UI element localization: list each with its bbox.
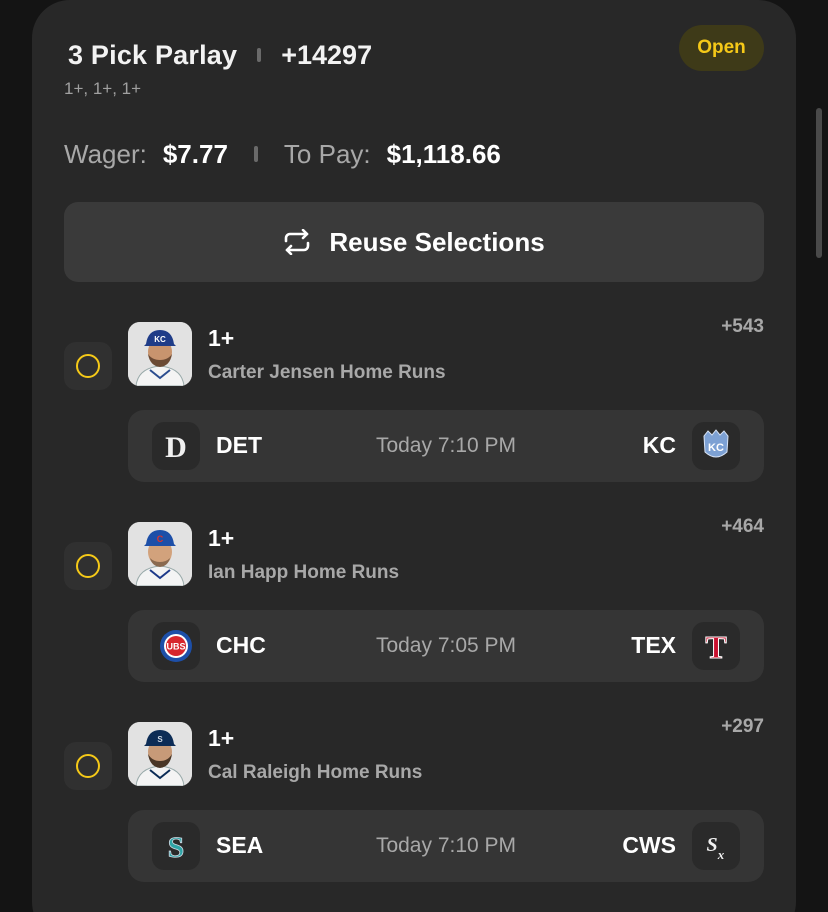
radio-circle-icon: [76, 754, 100, 778]
leg-odds: +543: [721, 316, 764, 337]
home-team: KC: [642, 432, 676, 458]
game-matchup[interactable]: UBS CHC Today 7:05 PM TEX T: [128, 610, 764, 682]
leg-description: Cal Raleigh Home Runs: [208, 762, 423, 783]
svg-text:C: C: [157, 534, 164, 544]
leg-line: 1+: [208, 725, 235, 751]
wager-value: $7.77: [162, 138, 228, 169]
royals-logo-icon: KC: [692, 422, 740, 470]
reuse-selections-button[interactable]: Reuse Selections: [64, 202, 764, 282]
player-headshot: KC: [128, 322, 192, 386]
total-odds: +14297: [281, 39, 373, 70]
wager-label: Wager:: [64, 138, 147, 169]
rangers-logo-icon: T: [692, 622, 740, 670]
reuse-selections-label: Reuse Selections: [329, 226, 545, 257]
wager-row: Wager: $7.77 To Pay: $1,118.66: [64, 136, 501, 172]
svg-text:KC: KC: [708, 442, 724, 454]
svg-text:KC: KC: [154, 335, 166, 344]
to-pay-value: $1,118.66: [386, 138, 501, 169]
svg-text:S: S: [706, 834, 717, 856]
to-pay-label: To Pay:: [283, 138, 371, 169]
game-matchup[interactable]: S SEA Today 7:10 PM CWS S x: [128, 810, 764, 882]
radio-circle-icon: [76, 554, 100, 578]
svg-text:T: T: [705, 629, 726, 663]
parlay-title: 3 Pick Parlay: [68, 39, 238, 70]
leg-line: 1+: [208, 325, 235, 351]
home-team: TEX: [631, 632, 676, 658]
svg-text:x: x: [717, 847, 725, 862]
player-headshot: S: [128, 722, 192, 786]
divider: [253, 146, 258, 162]
leg-description: Carter Jensen Home Runs: [208, 362, 446, 383]
leg-description: Ian Happ Home Runs: [208, 562, 400, 583]
leg-odds: +464: [721, 516, 764, 537]
repeat-icon: [285, 229, 310, 255]
scrollbar[interactable]: [816, 108, 822, 258]
divider: [257, 48, 262, 62]
leg-select-toggle[interactable]: [64, 342, 112, 390]
svg-text:S: S: [157, 735, 163, 744]
leg-select-toggle[interactable]: [64, 742, 112, 790]
leg-item: KC 1+ Carter Jensen Home Runs +543 D DET…: [64, 316, 764, 494]
leg-odds: +297: [721, 716, 764, 737]
status-badge: Open: [679, 25, 764, 71]
white-sox-logo-icon: S x: [692, 822, 740, 870]
parlay-subtitle: 1+, 1+, 1+: [64, 79, 142, 98]
radio-circle-icon: [76, 354, 100, 378]
leg-select-toggle[interactable]: [64, 542, 112, 590]
player-headshot: C: [128, 522, 192, 586]
game-matchup[interactable]: D DET Today 7:10 PM KC KC: [128, 410, 764, 482]
leg-item: S 1+ Cal Raleigh Home Runs +297 S SEA To…: [64, 716, 764, 894]
leg-line: 1+: [208, 525, 235, 551]
home-team: CWS: [622, 832, 676, 858]
title-row: 3 Pick Parlay +14297: [68, 38, 372, 72]
leg-item: C 1+ Ian Happ Home Runs +464 UBS CHC Tod…: [64, 516, 764, 694]
